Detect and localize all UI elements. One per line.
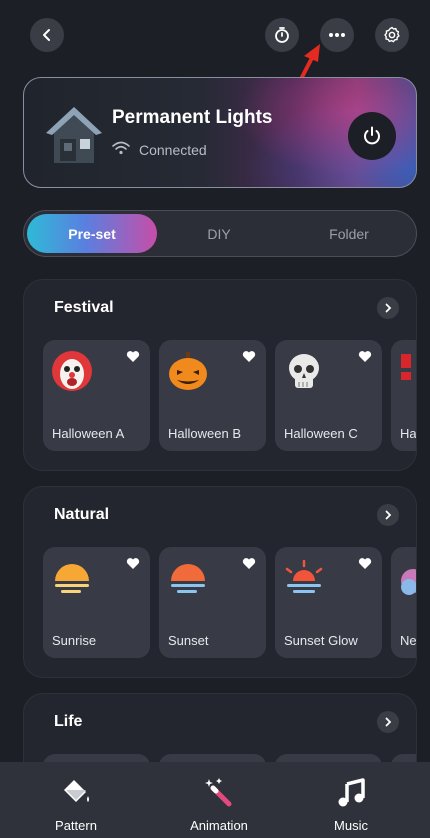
tab-folder[interactable]: Folder <box>284 214 414 253</box>
nav-pattern[interactable]: Pattern <box>16 762 136 838</box>
section-festival: Festival Halloween A Halloween B Hallowe… <box>23 279 417 471</box>
clown-icon <box>52 351 92 391</box>
pumpkin-icon <box>169 352 207 390</box>
tab-diy[interactable]: DIY <box>154 214 284 253</box>
section-title: Natural <box>54 506 110 523</box>
preset-label: Halloween B <box>168 426 241 441</box>
sunset-icon <box>171 564 205 593</box>
preset-label: Sunset Glow <box>284 633 358 648</box>
chevron-left-icon <box>43 29 50 41</box>
preset-card[interactable]: Halloween C <box>275 340 382 451</box>
device-name: Permanent Lights <box>112 107 273 128</box>
sunrise-icon <box>55 564 89 593</box>
preset-card[interactable]: Ha <box>391 340 417 451</box>
mode-tabs: Pre-set DIY Folder <box>23 210 417 257</box>
back-button[interactable] <box>30 18 64 52</box>
favorite-heart-icon[interactable] <box>358 350 372 363</box>
nav-music[interactable]: Music <box>291 762 411 838</box>
cloud-icon <box>401 569 416 595</box>
section-more-button[interactable] <box>377 297 399 319</box>
preset-label: Ne <box>400 633 417 648</box>
power-button[interactable] <box>348 112 396 160</box>
nav-label: Animation <box>190 818 248 833</box>
favorite-heart-icon[interactable] <box>358 557 372 570</box>
favorite-heart-icon[interactable] <box>126 350 140 363</box>
halloween-text-icon <box>401 354 411 380</box>
preset-card[interactable]: Halloween B <box>159 340 266 451</box>
nav-label: Music <box>334 818 368 833</box>
preset-list: Halloween A Halloween B Halloween C Ha <box>43 340 417 451</box>
preset-card[interactable]: Halloween A <box>43 340 150 451</box>
paint-bucket-icon <box>64 780 89 802</box>
favorite-heart-icon[interactable] <box>126 557 140 570</box>
favorite-heart-icon[interactable] <box>242 557 256 570</box>
chevron-right-icon <box>385 717 392 727</box>
tab-preset[interactable]: Pre-set <box>27 214 157 253</box>
preset-label: Halloween A <box>52 426 125 441</box>
preset-card[interactable]: Sunset Glow <box>275 547 382 658</box>
sunset-glow-icon <box>285 559 323 593</box>
gear-icon <box>384 26 400 43</box>
section-more-button[interactable] <box>377 504 399 526</box>
preset-list: Sunrise Sunset Sunset Glow Ne <box>43 547 417 658</box>
section-more-button[interactable] <box>377 711 399 733</box>
preset-card[interactable]: Sunrise <box>43 547 150 658</box>
section-title: Festival <box>54 299 114 316</box>
connection-status: Connected <box>139 142 207 158</box>
nav-animation[interactable]: Animation <box>159 762 279 838</box>
chevron-right-icon <box>385 303 392 313</box>
magic-wand-icon <box>205 778 232 807</box>
skull-icon <box>289 354 319 388</box>
section-title: Life <box>54 713 83 730</box>
preset-label: Sunrise <box>52 633 97 648</box>
house-icon <box>46 107 102 163</box>
preset-card[interactable]: Sunset <box>159 547 266 658</box>
more-dots-icon <box>329 33 345 37</box>
settings-button[interactable] <box>375 18 409 52</box>
preset-label: Sunset <box>168 633 209 648</box>
nav-label: Pattern <box>55 818 97 833</box>
top-bar <box>0 0 430 70</box>
power-icon <box>364 126 380 145</box>
preset-card[interactable]: Ne <box>391 547 417 658</box>
preset-label: Ha <box>400 426 417 441</box>
wifi-icon <box>112 141 130 155</box>
music-note-icon <box>338 778 365 807</box>
preset-label: Halloween C <box>284 426 358 441</box>
section-natural: Natural Sunrise Sunset Sunset Glow Ne <box>23 486 417 678</box>
chevron-right-icon <box>385 510 392 520</box>
favorite-heart-icon[interactable] <box>242 350 256 363</box>
bottom-nav: Pattern Animation Music <box>0 762 430 838</box>
